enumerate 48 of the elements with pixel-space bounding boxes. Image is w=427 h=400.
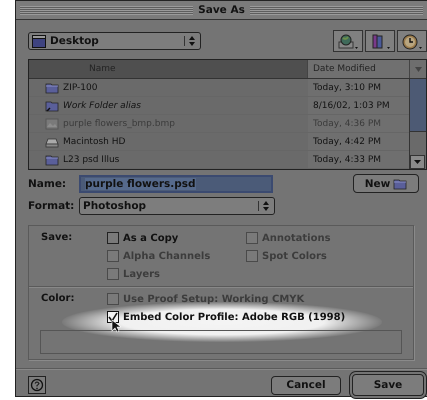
checkbox-label: Alpha Channels: [123, 250, 210, 262]
help-button[interactable]: [28, 376, 46, 394]
mouse-pointer-icon: [111, 319, 121, 333]
checkbox-label: Embed Color Profile: Adobe RGB (1998): [123, 312, 346, 322]
file-name: Work Folder alias: [63, 100, 141, 110]
help-icon: [30, 378, 44, 392]
window-title: Save As: [198, 4, 245, 16]
checkbox-label: Annotations: [262, 232, 331, 244]
updown-arrows-icon: [258, 201, 270, 211]
checkbox-label: Use Proof Setup: Working CMYK: [123, 294, 304, 304]
checkbox-label: As a Copy: [123, 232, 178, 244]
updown-arrows-icon: [184, 36, 196, 46]
date-cell-text: Today, 4:42 PM: [312, 136, 382, 146]
book-button[interactable]: [365, 30, 395, 52]
folder-alias-icon: [45, 98, 59, 112]
checkbox-label: Spot Colors: [262, 250, 327, 262]
scrollbar[interactable]: [409, 79, 426, 169]
folder-icon: [45, 152, 59, 166]
clock-icon: [401, 32, 423, 50]
format-popup[interactable]: Photoshop: [79, 197, 275, 215]
file-name: L23 psd Illus: [63, 154, 120, 164]
dialog-button[interactable]: Save: [352, 374, 424, 396]
new-folder-button[interactable]: New: [353, 174, 419, 193]
checkbox[interactable]: [107, 232, 119, 244]
scroll-thumb[interactable]: [410, 79, 426, 132]
field-label: Format:: [28, 200, 76, 212]
section-label: Color:: [40, 292, 76, 306]
field-label: Name:: [28, 178, 68, 190]
date-cell-text: Today, 4:33 PM: [312, 154, 382, 164]
folder-icon: [393, 176, 408, 190]
globe-drive-button[interactable]: [333, 30, 363, 52]
name-field[interactable]: purple flowers.psd: [79, 174, 273, 192]
location-popup[interactable]: Desktop: [28, 32, 201, 50]
window-icon: [32, 34, 46, 48]
folder-icon: [45, 80, 59, 94]
file-name: Macintosh HD: [63, 136, 126, 146]
file-name: ZIP-100: [63, 82, 98, 92]
sort-order-icon: [414, 66, 422, 72]
checkbox-label: Layers: [123, 268, 160, 280]
globe-drive-icon: [337, 32, 359, 50]
checkmark-icon: [108, 312, 118, 322]
checkbox[interactable]: [107, 311, 119, 323]
clock-button[interactable]: [397, 30, 427, 52]
date-cell-text: Today, 3:10 PM: [312, 82, 382, 92]
dialog-button[interactable]: Cancel: [271, 376, 341, 394]
image-file-icon: [45, 116, 59, 130]
section-label: Save:: [40, 231, 74, 245]
date-cell-text: 8/16/02, 1:03 PM: [312, 100, 390, 110]
